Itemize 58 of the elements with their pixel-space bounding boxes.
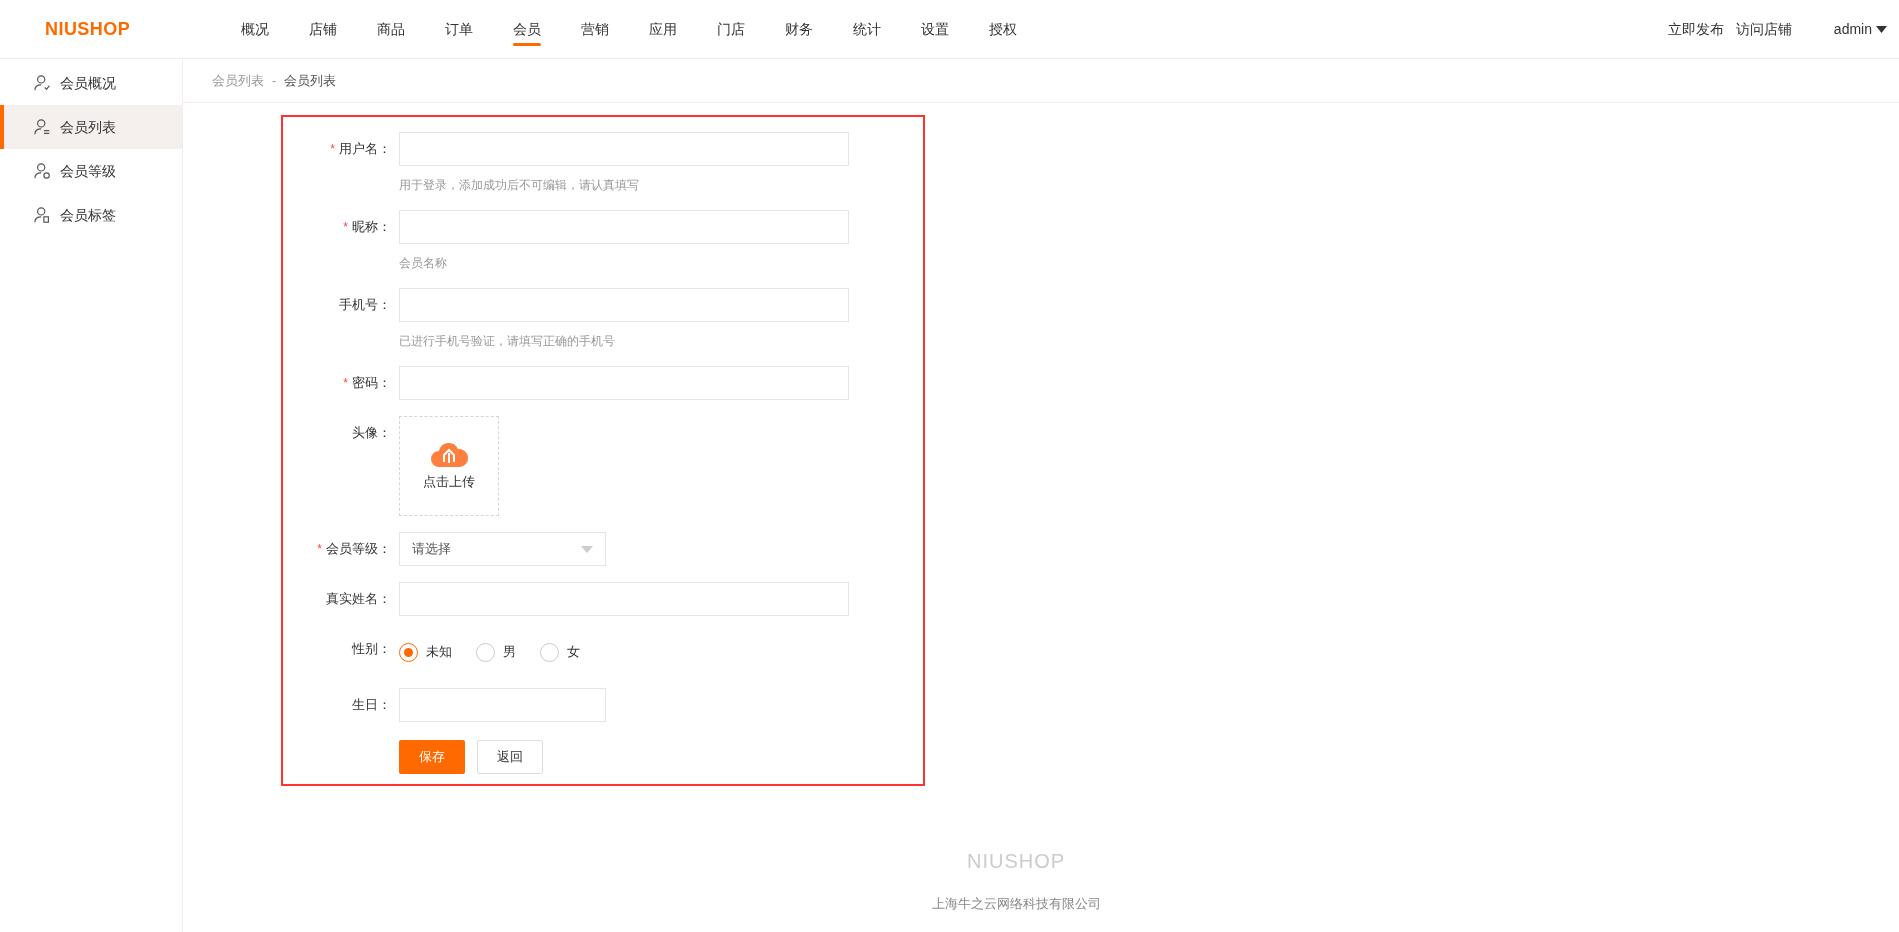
field-label: 昵称：: [352, 218, 391, 237]
nav-tab[interactable]: 订单: [425, 0, 493, 58]
nav-tab[interactable]: 会员: [493, 0, 561, 58]
radio-option[interactable]: 未知: [399, 642, 452, 662]
upload-box[interactable]: 点击上传: [399, 416, 499, 516]
field-hint: 用于登录，添加成功后不可编辑，请认真填写: [399, 177, 640, 194]
field-label: 头像：: [352, 424, 391, 443]
sidebar-item[interactable]: 会员列表: [0, 105, 182, 149]
field-hint: 会员名称: [399, 255, 448, 272]
text-input[interactable]: [399, 132, 849, 166]
nav-tab[interactable]: 应用: [629, 0, 697, 58]
user-icon: [34, 74, 52, 92]
breadcrumb-item: 会员列表: [284, 71, 337, 90]
nav-tab[interactable]: 门店: [697, 0, 765, 58]
nav-tab[interactable]: 统计: [833, 0, 901, 58]
field-label: 密码：: [352, 374, 391, 393]
text-input[interactable]: [399, 288, 849, 322]
sidebar-item[interactable]: 会员概况: [0, 61, 182, 105]
breadcrumb-item: -: [272, 71, 277, 90]
radio-option[interactable]: 女: [540, 642, 580, 662]
back-button[interactable]: 返回: [477, 740, 543, 774]
nav-tab[interactable]: 概况: [221, 0, 289, 58]
nav-tab[interactable]: 营销: [561, 0, 629, 58]
field-label: 用户名：: [339, 140, 391, 159]
required-asterisk: *: [330, 141, 335, 158]
sidebar-item[interactable]: 会员等级: [0, 149, 182, 193]
required-asterisk: *: [343, 375, 348, 392]
nav-tab[interactable]: 店铺: [289, 0, 357, 58]
field-label: 真实姓名：: [326, 590, 391, 609]
logo: NIUSHOP: [44, 17, 132, 41]
caret-icon: [1876, 25, 1887, 33]
header-link[interactable]: 访问店铺: [1735, 18, 1792, 40]
user-icon: [34, 118, 52, 136]
field-hint: 已进行手机号验证，请填写正确的手机号: [399, 333, 616, 350]
text-input[interactable]: [399, 366, 849, 400]
header-link[interactable]: 立即发布: [1667, 18, 1724, 40]
nav-tab[interactable]: 商品: [357, 0, 425, 58]
company-name: 上海牛之云网络科技有限公司: [931, 895, 1101, 913]
field-label: 性别：: [352, 640, 391, 659]
nav-tab[interactable]: 设置: [901, 0, 969, 58]
text-input[interactable]: [399, 582, 849, 616]
caret-icon: [581, 545, 593, 553]
radio-option[interactable]: 男: [476, 642, 516, 662]
field-label: 手机号：: [339, 296, 391, 315]
required-asterisk: *: [343, 219, 348, 236]
select-field[interactable]: 请选择: [399, 532, 606, 566]
cloud-upload-icon: [429, 440, 469, 469]
nav-tab[interactable]: 授权: [969, 0, 1037, 58]
field-label: 会员等级：: [326, 540, 391, 559]
text-input[interactable]: [399, 210, 849, 244]
required-asterisk: *: [317, 541, 322, 558]
sidebar-item[interactable]: 会员标签: [0, 193, 182, 237]
field-label: 生日：: [352, 696, 391, 715]
user-icon: [34, 162, 52, 180]
date-input[interactable]: [399, 688, 606, 722]
user-icon: [34, 206, 52, 224]
user-menu[interactable]: admin: [1833, 18, 1887, 40]
nav-tab[interactable]: 财务: [765, 0, 833, 58]
